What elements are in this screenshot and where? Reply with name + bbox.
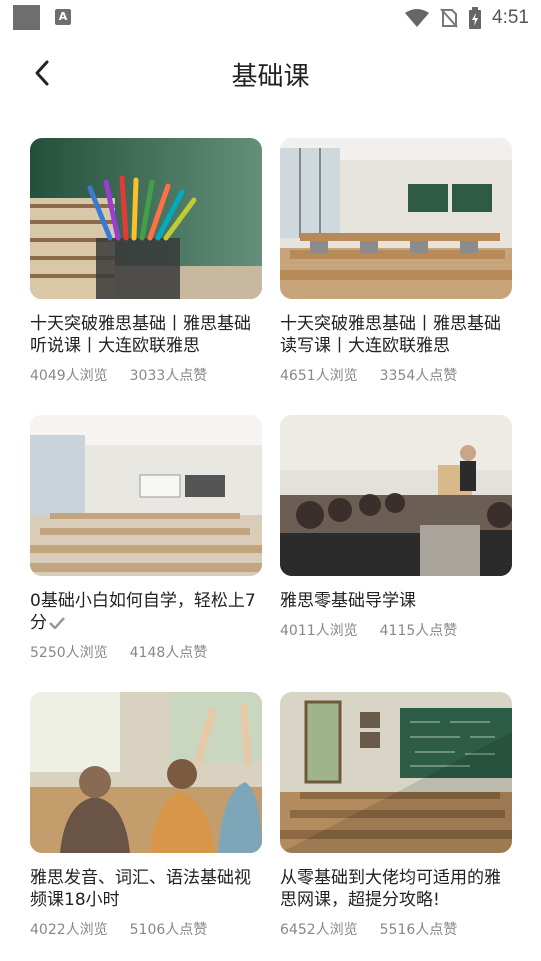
notification-square-icon — [13, 5, 40, 30]
view-count: 4049人浏览 — [30, 368, 108, 384]
course-card[interactable]: 十天突破雅思基础丨雅思基础听说课丨大连欧联雅思 4049人浏览 3033人点赞 — [30, 138, 262, 385]
wifi-icon — [405, 9, 430, 27]
like-count: 4148人点赞 — [129, 645, 208, 661]
no-sim-icon — [440, 8, 458, 28]
page-title: 基础课 — [231, 62, 310, 92]
course-thumbnail — [30, 138, 262, 299]
view-count: 4651人浏览 — [280, 368, 358, 384]
view-count: 4022人浏览 — [30, 922, 108, 938]
course-title: 雅思零基础导学课 — [280, 591, 416, 611]
keyboard-a-icon: A — [55, 9, 71, 25]
course-card[interactable]: 雅思发音、词汇、语法基础视频课18小时 4022人浏览 5106人点赞 — [30, 692, 262, 939]
course-title: 雅思发音、词汇、语法基础视频课18小时 — [30, 868, 251, 910]
course-stats: 4022人浏览 5106人点赞 — [30, 919, 262, 939]
app-header: 基础课 — [0, 44, 541, 102]
course-title: 十天突破雅思基础丨雅思基础听说课丨大连欧联雅思 — [30, 314, 251, 356]
course-stats: 4049人浏览 3033人点赞 — [30, 365, 262, 385]
check-icon — [49, 617, 65, 629]
like-count: 4115人点赞 — [379, 623, 458, 639]
course-title: 从零基础到大佬均可适用的雅思网课，超提分攻略! — [280, 868, 501, 910]
course-thumbnail — [30, 415, 262, 576]
course-stats: 6452人浏览 5516人点赞 — [280, 919, 512, 939]
course-card[interactable]: 雅思零基础导学课 4011人浏览 4115人点赞 — [280, 415, 512, 640]
course-card[interactable]: 从零基础到大佬均可适用的雅思网课，超提分攻略! 6452人浏览 5516人点赞 — [280, 692, 512, 939]
course-title: 0基础小白如何自学，轻松上7分 — [30, 591, 256, 633]
like-count: 5106人点赞 — [129, 922, 208, 938]
clock: 4:51 — [492, 7, 529, 28]
status-right: 4:51 — [404, 4, 529, 32]
course-thumbnail — [30, 692, 262, 853]
like-count: 3354人点赞 — [379, 368, 458, 384]
like-count: 5516人点赞 — [379, 922, 458, 938]
battery-charging-icon — [469, 7, 482, 29]
course-title: 十天突破雅思基础丨雅思基础读写课丨大连欧联雅思 — [280, 314, 501, 356]
view-count: 4011人浏览 — [280, 623, 358, 639]
course-thumbnail — [280, 138, 512, 299]
course-thumbnail — [280, 415, 512, 576]
view-count: 5250人浏览 — [30, 645, 108, 661]
course-stats: 4651人浏览 3354人点赞 — [280, 365, 512, 385]
course-stats: 4011人浏览 4115人点赞 — [280, 620, 512, 640]
course-thumbnail — [280, 692, 512, 853]
course-stats: 5250人浏览 4148人点赞 — [30, 642, 262, 662]
course-card[interactable]: 十天突破雅思基础丨雅思基础读写课丨大连欧联雅思 4651人浏览 3354人点赞 — [280, 138, 512, 385]
course-card[interactable]: 0基础小白如何自学，轻松上7分 5250人浏览 4148人点赞 — [30, 415, 262, 662]
view-count: 6452人浏览 — [280, 922, 358, 938]
status-bar: A 4:51 — [0, 0, 541, 36]
like-count: 3033人点赞 — [129, 368, 208, 384]
